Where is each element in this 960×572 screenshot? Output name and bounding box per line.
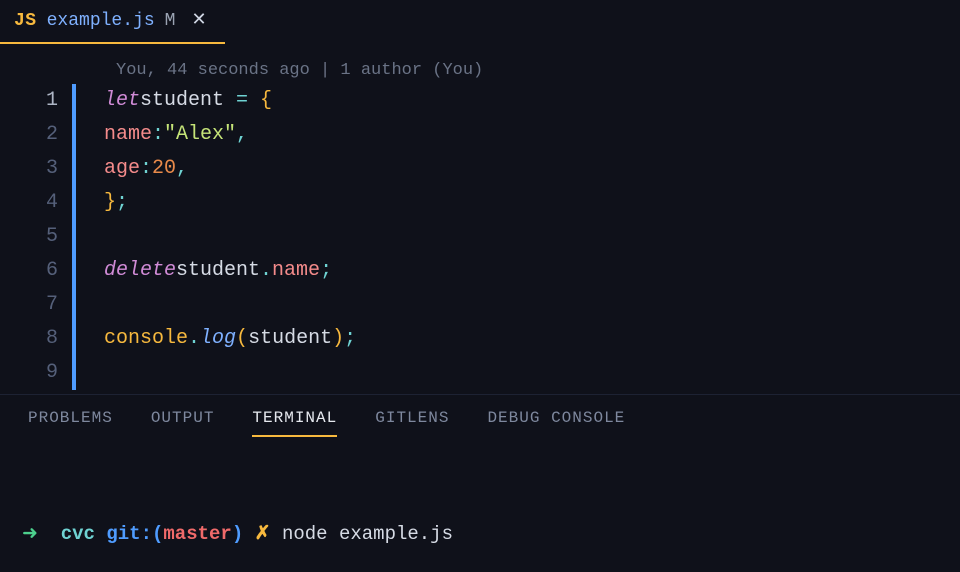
string: "Alex" [164,118,236,152]
paren: ( [236,322,248,356]
code-line-5[interactable]: 5 [0,220,960,254]
code-line-8[interactable]: 8 console.log(student); [0,322,960,356]
line-number: 1 [0,84,72,118]
git-gutter-bar [72,186,76,220]
line-number: 3 [0,152,72,186]
code-line-2[interactable]: 2 name: "Alex", [0,118,960,152]
ident: student [176,254,260,288]
prompt-git: git [106,523,140,545]
prop: age [104,152,140,186]
ident: student [248,322,332,356]
tab-gitlens[interactable]: GITLENS [375,409,449,437]
ident: student [140,84,224,118]
git-gutter-bar [72,152,76,186]
brace-close: } [104,186,116,220]
keyword-delete: delete [104,254,176,288]
line-number: 2 [0,118,72,152]
code-line-6[interactable]: 6 delete student.name; [0,254,960,288]
code-line-9[interactable]: 9 [0,356,960,390]
op: . [188,322,200,356]
code-body: 1 let student = { 2 name: "Alex", 3 age:… [0,84,960,390]
git-gutter-bar [72,322,76,356]
git-gutter-bar [72,118,76,152]
op: , [236,118,248,152]
line-number: 8 [0,322,72,356]
op: ; [344,322,356,356]
prompt-paren: ) [232,523,243,545]
op: ; [320,254,332,288]
line-number: 9 [0,356,72,390]
prompt-dir: cvc [61,523,95,545]
prop: name [104,118,152,152]
tab-modified-marker: M [165,11,176,31]
prop: name [272,254,320,288]
git-gutter-bar [72,288,76,322]
git-gutter-bar [72,84,76,118]
editor-tab-example-js[interactable]: JS example.js M ✕ [0,0,225,44]
method-log: log [200,322,236,356]
brace-open: { [260,84,272,118]
code-line-7[interactable]: 7 [0,288,960,322]
tab-filename: example.js [47,11,155,31]
line-number: 6 [0,254,72,288]
ident-console: console [104,322,188,356]
prompt-dirty-icon: ✗ [255,523,271,545]
op: , [176,152,188,186]
tab-terminal[interactable]: TERMINAL [252,409,337,437]
tab-output[interactable]: OUTPUT [151,409,215,437]
prompt-paren: ( [152,523,163,545]
code-line-1[interactable]: 1 let student = { [0,84,960,118]
bottom-panel: PROBLEMS OUTPUT TERMINAL GITLENS DEBUG C… [0,394,960,572]
panel-tabbar: PROBLEMS OUTPUT TERMINAL GITLENS DEBUG C… [0,395,960,437]
keyword-let: let [104,84,140,118]
terminal-command: node example.js [282,523,453,545]
op: ; [116,186,128,220]
code-editor[interactable]: You, 44 seconds ago | 1 author (You) 1 l… [0,44,960,390]
op: : [140,152,152,186]
terminal-line-1: ➜ cvc git:(master) ✗ node example.js [22,519,960,549]
code-line-4[interactable]: 4 }; [0,186,960,220]
git-gutter-bar [72,254,76,288]
op: = [224,84,260,118]
line-number: 7 [0,288,72,322]
paren: ) [332,322,344,356]
number: 20 [152,152,176,186]
terminal[interactable]: ➜ cvc git:(master) ✗ node example.js { a… [0,437,960,572]
tab-problems[interactable]: PROBLEMS [28,409,113,437]
op: : [152,118,164,152]
git-gutter-bar [72,356,76,390]
prompt-arrow-icon: ➜ [22,523,38,545]
code-line-3[interactable]: 3 age: 20, [0,152,960,186]
close-icon[interactable]: ✕ [191,12,206,30]
gitlens-annotation[interactable]: You, 44 seconds ago | 1 author (You) [0,58,960,84]
line-number: 4 [0,186,72,220]
prompt-colon: : [141,523,152,545]
op: . [260,254,272,288]
tab-debug-console[interactable]: DEBUG CONSOLE [487,409,625,437]
js-file-icon: JS [14,11,37,31]
git-gutter-bar [72,220,76,254]
line-number: 5 [0,220,72,254]
prompt-branch: master [163,523,231,545]
tabbar: JS example.js M ✕ [0,0,960,44]
